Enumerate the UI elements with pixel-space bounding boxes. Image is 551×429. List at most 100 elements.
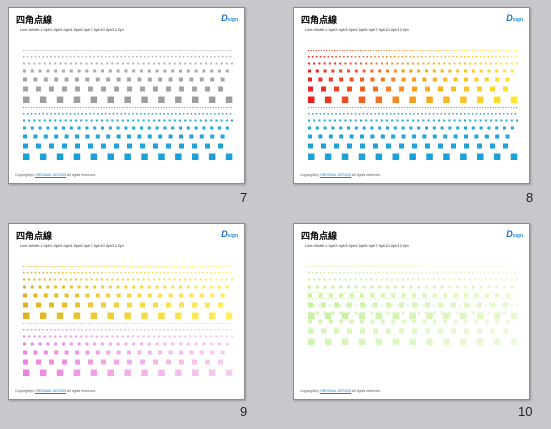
slide-9-canvas[interactable]: 四角点線 Line-Width:1.0pt/2.0pt/3.0pt/4.5pt/…	[8, 223, 245, 400]
square-dot	[479, 285, 483, 289]
square-dot	[231, 50, 232, 51]
square-dot	[127, 77, 131, 82]
square-dot	[358, 96, 366, 103]
square-dot	[435, 266, 437, 267]
square-dot	[214, 272, 216, 274]
square-dot	[510, 119, 513, 122]
square-dot	[516, 304, 518, 307]
square-dot	[308, 293, 312, 298]
square-dot	[484, 293, 489, 298]
square-dot	[85, 272, 87, 274]
brand-logo: Dsign	[506, 229, 523, 239]
square-dot	[505, 293, 510, 298]
square-dot	[347, 266, 348, 267]
square-dot	[396, 119, 399, 122]
square-dot	[339, 298, 341, 300]
square-dot	[23, 50, 24, 51]
square-dot	[85, 323, 87, 324]
square-dot	[464, 86, 469, 92]
square-dot	[428, 272, 431, 274]
square-dot	[430, 292, 432, 293]
square-dot	[318, 293, 323, 298]
square-dot	[499, 113, 501, 115]
square-dot	[475, 298, 478, 300]
square-dot	[452, 113, 454, 115]
square-dot	[464, 50, 465, 51]
slide-title: 四角点線	[301, 232, 338, 242]
square-dot	[142, 335, 145, 338]
square-dot	[421, 298, 423, 300]
square-dot	[228, 323, 230, 324]
square-dot	[388, 50, 390, 51]
square-dot	[62, 107, 63, 108]
square-dot	[137, 278, 140, 281]
square-dot	[67, 323, 69, 324]
square-dot	[106, 119, 109, 122]
square-dot	[448, 69, 452, 73]
square-dot	[103, 107, 105, 108]
square-dot	[23, 293, 27, 298]
square-dot	[153, 62, 155, 65]
square-dot	[215, 335, 218, 338]
square-dot	[33, 119, 36, 122]
square-dot	[54, 77, 59, 82]
square-dot	[308, 119, 310, 122]
square-dot	[127, 143, 132, 149]
square-dot	[380, 77, 385, 82]
slide-10-canvas[interactable]: 四角点線 Line-Width:1.0pt/2.0pt/3.0pt/4.5pt/…	[293, 223, 530, 400]
square-dot	[438, 50, 439, 51]
slide-8-canvas[interactable]: 四角点線 Line-Width:1.0pt/2.0pt/3.0pt/4.5pt/…	[293, 7, 530, 184]
square-dot	[88, 50, 89, 51]
square-dot	[453, 50, 455, 51]
square-dot	[220, 77, 225, 82]
square-dot	[101, 335, 103, 338]
square-dot	[95, 278, 98, 281]
square-dot	[199, 119, 202, 122]
square-dot	[182, 329, 185, 331]
slide-number-9: 9	[240, 404, 248, 419]
square-dot	[386, 50, 387, 51]
square-dot	[474, 319, 479, 324]
square-dot	[23, 69, 26, 73]
slide-number-8: 8	[526, 190, 534, 205]
square-dot	[428, 113, 431, 115]
slide-7-canvas[interactable]: 四角点線 Line-Width:1.0pt/2.0pt/3.0pt/4.5pt/…	[8, 7, 245, 184]
square-dot	[184, 335, 187, 338]
square-dot	[198, 272, 200, 274]
square-dot	[225, 312, 233, 319]
square-dot	[186, 126, 190, 130]
square-dot	[409, 69, 413, 73]
square-dot	[483, 298, 485, 300]
square-dot	[151, 56, 154, 58]
square-dot	[308, 338, 315, 345]
square-dot	[77, 272, 80, 274]
square-dot	[58, 272, 60, 274]
square-dot	[166, 323, 167, 324]
square-dot	[111, 62, 114, 65]
square-dot	[98, 50, 100, 51]
square-dot	[503, 86, 508, 92]
square-dot	[360, 134, 364, 139]
square-dot	[179, 50, 180, 51]
dotted-lines-preview	[308, 50, 518, 160]
square-dot	[453, 77, 458, 82]
square-dot	[158, 96, 165, 103]
square-dot	[448, 304, 451, 307]
square-dot	[479, 126, 483, 130]
square-dot	[39, 96, 47, 103]
square-dot	[406, 304, 409, 307]
square-dot	[352, 50, 354, 51]
square-dot	[194, 119, 197, 122]
square-dot	[510, 298, 513, 300]
brand-logo: Dsign	[506, 13, 523, 23]
square-dot	[391, 304, 394, 307]
square-dot	[23, 107, 24, 108]
square-dot	[448, 272, 450, 274]
square-dot	[401, 107, 403, 108]
square-dot	[215, 50, 217, 51]
square-dot	[497, 50, 499, 51]
square-dot	[62, 323, 63, 324]
square-dot	[111, 119, 114, 122]
square-dot	[375, 153, 383, 160]
square-dot	[179, 335, 181, 338]
